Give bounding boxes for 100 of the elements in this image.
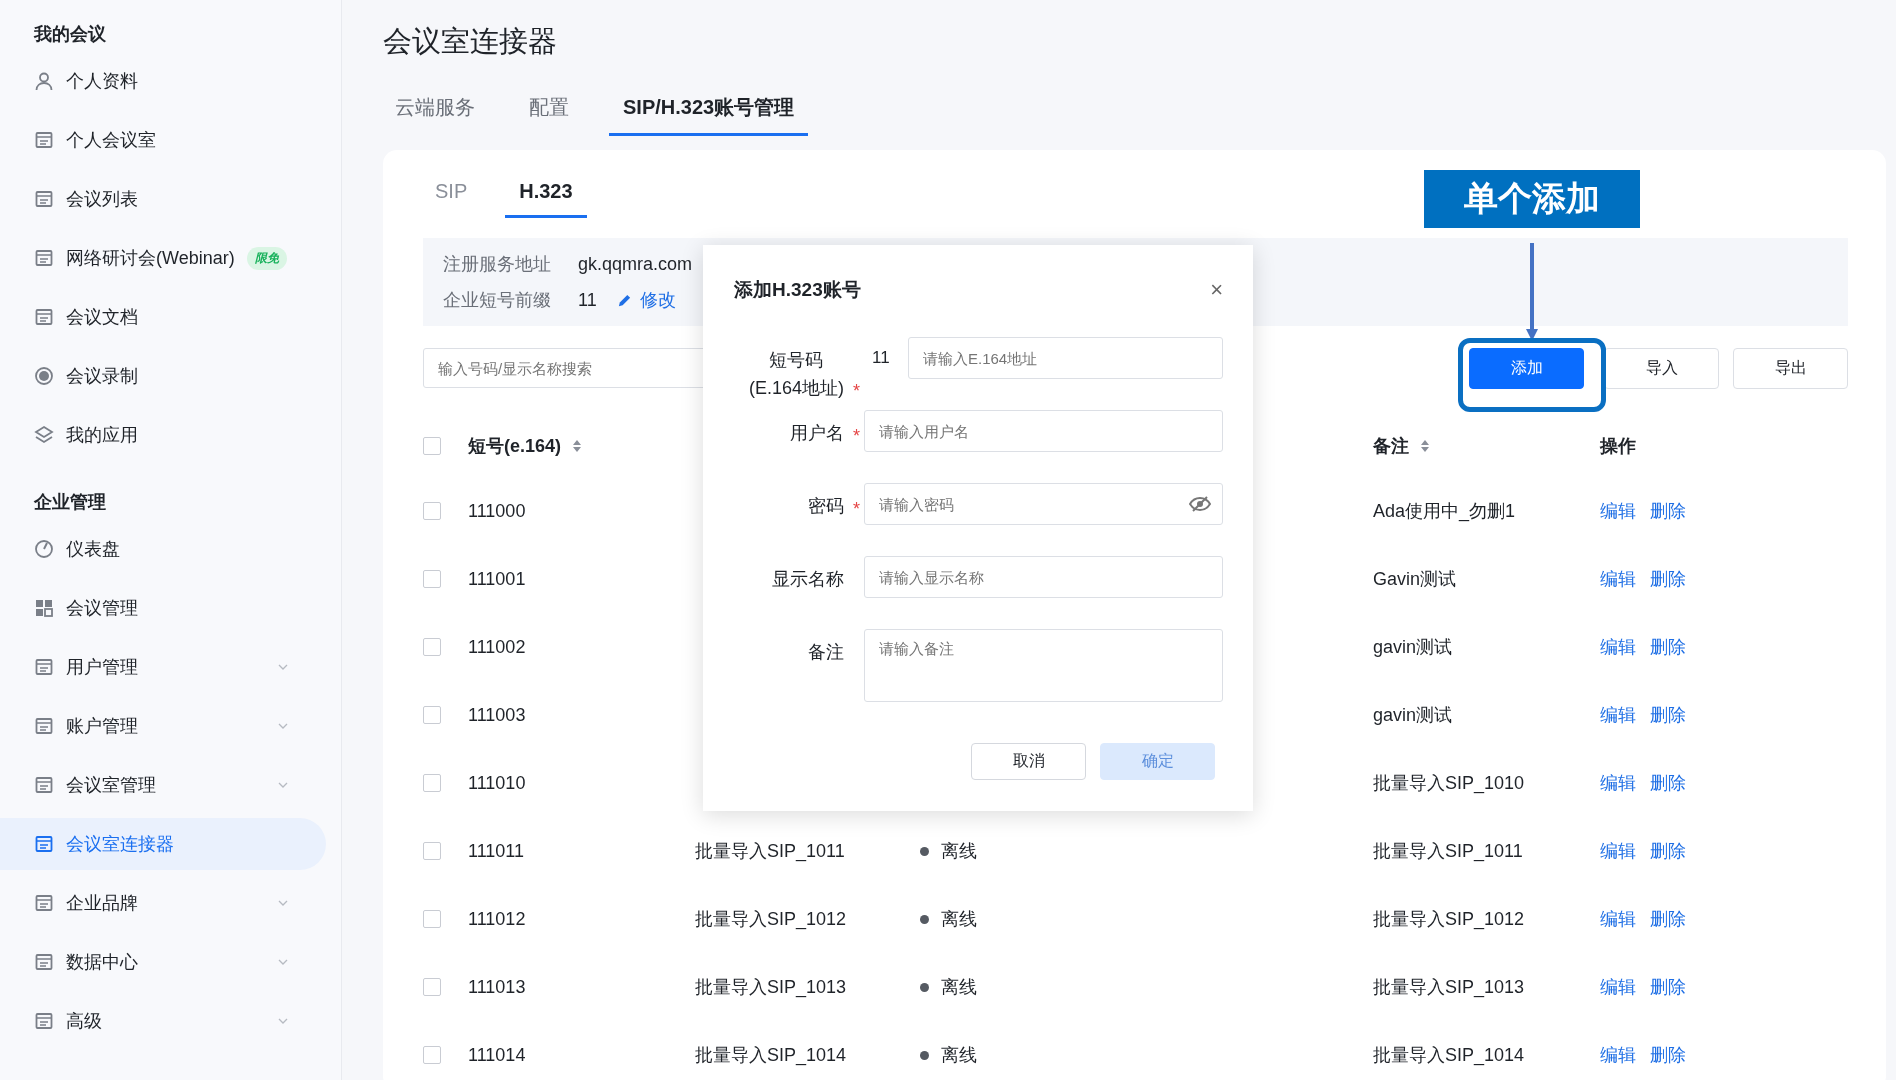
free-badge: 限免 [246, 246, 287, 270]
required-mark: * [853, 381, 860, 401]
table-cell-text: 批量导入SIP_1011 [1373, 840, 1523, 863]
field-label: 密码 [808, 495, 844, 518]
action-link[interactable]: 删除 [1650, 703, 1686, 727]
table-cell-text: 批量导入SIP_1013 [1373, 976, 1525, 999]
required-mark: * [853, 426, 860, 446]
input-field[interactable]: 请输入用户名 [864, 410, 1223, 452]
action-link[interactable]: 删除 [1650, 1043, 1686, 1067]
sidebar-item[interactable]: 数据中心 [0, 936, 326, 988]
action-link[interactable]: 删除 [1650, 567, 1686, 591]
tab[interactable]: 配置 [515, 88, 583, 136]
checkbox[interactable] [423, 1046, 441, 1064]
menu-item-icon [34, 130, 54, 150]
column-header: 短号(e.164) [468, 435, 562, 458]
action-link[interactable]: 删除 [1650, 839, 1686, 863]
action-link[interactable]: 删除 [1650, 975, 1686, 999]
action-link[interactable]: 编辑 [1600, 567, 1636, 591]
sidebar-item[interactable]: 会议录制 [0, 350, 326, 402]
field-label: 备注 [808, 641, 844, 664]
table-cell-text: Gavin测试 [1373, 568, 1457, 591]
table-cell-text: 批量导入SIP_1011 [695, 840, 845, 863]
sidebar-item[interactable]: 会议文档 [0, 291, 326, 343]
info-value: 11 [578, 289, 597, 311]
sidebar-item[interactable]: 仪表盘 [0, 523, 326, 575]
action-link[interactable]: 编辑 [1600, 839, 1636, 863]
dialog-title: 添加H.323账号 [734, 278, 861, 302]
action-link[interactable]: 删除 [1650, 499, 1686, 523]
eye-slash-icon[interactable] [1189, 496, 1211, 512]
tab[interactable]: H.323 [505, 176, 587, 218]
sidebar-item[interactable]: 会议室管理 [0, 759, 326, 811]
checkbox[interactable] [423, 570, 441, 588]
checkbox[interactable] [423, 706, 441, 724]
field-label: 短号码 (E.164地址) [748, 349, 844, 400]
table-cell: 111014 [468, 1044, 526, 1066]
status-dot [920, 982, 929, 992]
toolbar-button[interactable]: 导出 [1733, 348, 1848, 389]
status-dot [920, 1050, 929, 1060]
checkbox[interactable] [423, 502, 441, 520]
sidebar-item[interactable]: 企业品牌 [0, 877, 326, 929]
sidebar-item[interactable]: 账户管理 [0, 700, 326, 752]
sidebar-item[interactable]: 会议列表 [0, 173, 326, 225]
action-link[interactable]: 编辑 [1600, 499, 1636, 523]
field-label: 显示名称 [772, 568, 844, 591]
sidebar-item[interactable]: 高级 [0, 995, 326, 1047]
action-link[interactable]: 编辑 [1600, 771, 1636, 795]
sidebar-item[interactable]: 网络研讨会(Webinar) 限免 [0, 232, 326, 284]
sidebar-item[interactable]: 用户管理 [0, 641, 326, 693]
status-text: 离线 [941, 908, 977, 931]
annotation-label: 单个添加 [1424, 170, 1640, 228]
table-cell-text: 批量导入SIP_1014 [695, 1044, 847, 1067]
menu-item-icon [34, 248, 54, 268]
menu-item-icon [34, 307, 54, 327]
sidebar-item[interactable]: 个人会议室 [0, 114, 326, 166]
cancel-button[interactable]: 取消 [971, 743, 1086, 780]
action-link[interactable]: 删除 [1650, 907, 1686, 931]
checkbox[interactable] [423, 910, 441, 928]
status-dot [920, 914, 929, 924]
checkbox[interactable] [423, 774, 441, 792]
action-link[interactable]: 编辑 [1600, 703, 1636, 727]
table-cell-text: gavin测试 [1373, 636, 1453, 659]
column-header: 操作 [1600, 435, 1636, 458]
menu-item-icon [34, 893, 54, 913]
add-button[interactable]: 添加 [1469, 348, 1584, 389]
checkbox[interactable] [423, 437, 441, 455]
action-link[interactable]: 编辑 [1600, 635, 1636, 659]
tab[interactable]: 云端服务 [381, 88, 489, 136]
sidebar-item[interactable]: 我的应用 [0, 409, 326, 461]
action-link[interactable]: 编辑 [1600, 1043, 1636, 1067]
action-link[interactable]: 删除 [1650, 771, 1686, 795]
sort-icon[interactable] [573, 440, 582, 452]
action-link[interactable]: 编辑 [1600, 907, 1636, 931]
action-link[interactable]: 编辑 [1600, 975, 1636, 999]
menu-item-icon [34, 834, 54, 854]
tab[interactable]: SIP [435, 176, 468, 218]
sidebar-item[interactable]: 会议室连接器 [0, 818, 326, 870]
sidebar-item[interactable]: 个人资料 [0, 55, 326, 107]
sidebar-item[interactable]: 会议管理 [0, 582, 326, 634]
record-icon [34, 366, 54, 386]
tab[interactable]: SIP/H.323账号管理 [609, 88, 809, 136]
menu-item-icon [34, 189, 54, 209]
table-cell-text: 批量导入SIP_1013 [695, 976, 847, 999]
password-field[interactable]: 请输入密码 [864, 483, 1223, 525]
note-field[interactable]: 请输入备注 [864, 629, 1223, 702]
edit-link[interactable]: 修改 [616, 288, 676, 312]
column-header: 备注 [1373, 435, 1409, 458]
menu-item-icon [34, 539, 54, 559]
sort-icon[interactable] [1421, 440, 1429, 452]
table-cell-text: 批量导入SIP_1012 [695, 908, 847, 931]
checkbox[interactable] [423, 638, 441, 656]
sidebar-section-title: 我的会议 [32, 23, 107, 46]
input-field[interactable]: 请输入显示名称 [864, 556, 1223, 598]
checkbox[interactable] [423, 978, 441, 996]
action-link[interactable]: 删除 [1650, 635, 1686, 659]
checkbox[interactable] [423, 842, 441, 860]
toolbar-button[interactable]: 导入 [1604, 348, 1719, 389]
input-field[interactable]: 请输入E.164地址 [908, 337, 1223, 379]
status-dot [920, 846, 929, 856]
close-button[interactable]: × [1210, 277, 1223, 303]
info-value: gk.qqmra.com [578, 253, 693, 275]
